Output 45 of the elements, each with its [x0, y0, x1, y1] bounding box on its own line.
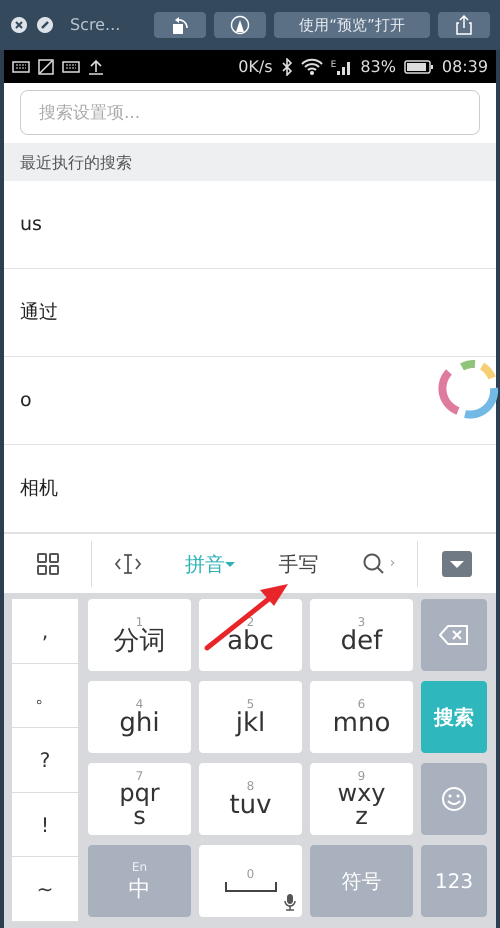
markup-button[interactable]: [214, 12, 266, 38]
image-icon: [38, 58, 54, 74]
upload-icon: [88, 58, 104, 74]
collapse-keyboard-icon[interactable]: [442, 550, 472, 576]
network-type: E: [330, 58, 336, 72]
grid-icon[interactable]: [36, 552, 60, 576]
space-bar-icon: [224, 880, 278, 894]
input-mode-tab[interactable]: 手写: [278, 548, 318, 578]
recent-search-item[interactable]: 相机: [4, 445, 496, 533]
letter-key[interactable]: 9 wxy z: [310, 763, 413, 835]
letter-key[interactable]: 1 分词: [88, 599, 191, 671]
letter-key[interactable]: 7 pqr s: [88, 763, 191, 835]
pen-icon: [230, 15, 250, 35]
microphone-icon: [284, 893, 296, 911]
floating-ring-icon: [438, 360, 498, 419]
battery-percent: 83%: [360, 56, 396, 78]
wifi-icon: [300, 58, 323, 76]
recent-search-item[interactable]: us: [4, 181, 496, 269]
share-icon: [455, 15, 473, 35]
smiley-icon: [441, 786, 467, 812]
search-icon[interactable]: [362, 552, 386, 576]
window-title: Scre...: [70, 14, 120, 36]
recent-search-item[interactable]: 通过: [4, 269, 496, 357]
clock-time: 08:39: [442, 56, 488, 78]
open-in-preview-button[interactable]: 使用“预览”打开: [274, 12, 430, 38]
search-field[interactable]: 搜索设置项...: [20, 90, 480, 135]
letter-key[interactable]: 3 def: [310, 599, 413, 671]
bluetooth-icon: [280, 58, 293, 76]
section-header: 最近执行的搜索: [4, 143, 496, 181]
keyboard-icon: [62, 60, 80, 74]
battery-icon: [404, 58, 434, 74]
backspace-icon: [439, 624, 469, 646]
cursor-icon[interactable]: [114, 552, 142, 576]
recent-search-item[interactable]: o: [4, 357, 496, 445]
letter-key[interactable]: 6 mno: [310, 681, 413, 753]
network-speed: 0K/s: [238, 56, 273, 78]
rotate-button[interactable]: [154, 12, 206, 38]
letter-key[interactable]: 8 tuv: [199, 763, 302, 835]
caret-icon: [225, 561, 236, 570]
rotate-icon: [170, 15, 190, 35]
share-button[interactable]: [438, 12, 490, 38]
letter-key[interactable]: 4 ghi: [88, 681, 191, 753]
close-icon[interactable]: [10, 16, 28, 34]
letter-key[interactable]: 5 jkl: [199, 681, 302, 753]
keyboard-icon: [12, 60, 30, 74]
